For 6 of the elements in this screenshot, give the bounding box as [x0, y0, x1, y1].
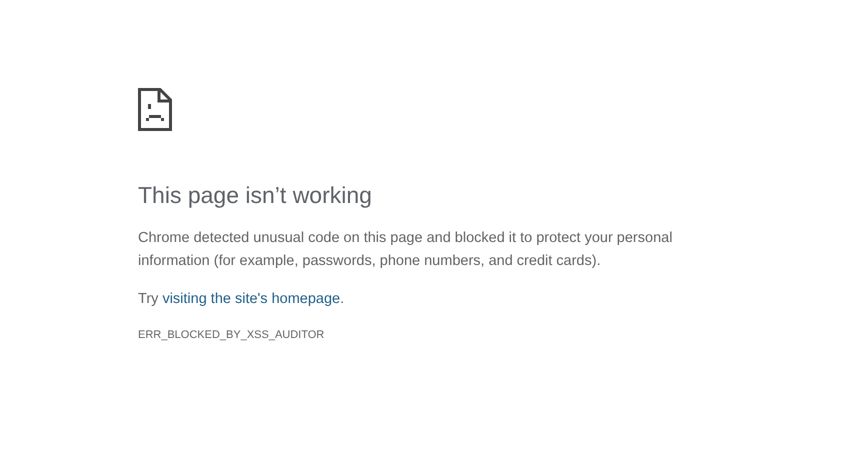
homepage-link[interactable]: visiting the site's homepage	[162, 291, 340, 307]
error-title: This page isn’t working	[138, 181, 372, 209]
error-message: Chrome detected unusual code on this page and blocked it to protect your personal information (for example, passwords, phone numbers, and credit cards).	[138, 229, 674, 271]
sad-page-icon	[138, 88, 172, 131]
error-code: ERR_BLOCKED_BY_XSS_AUDITOR	[138, 328, 324, 343]
suggestion-text: Try visiting the site's homepage.	[138, 290, 344, 309]
